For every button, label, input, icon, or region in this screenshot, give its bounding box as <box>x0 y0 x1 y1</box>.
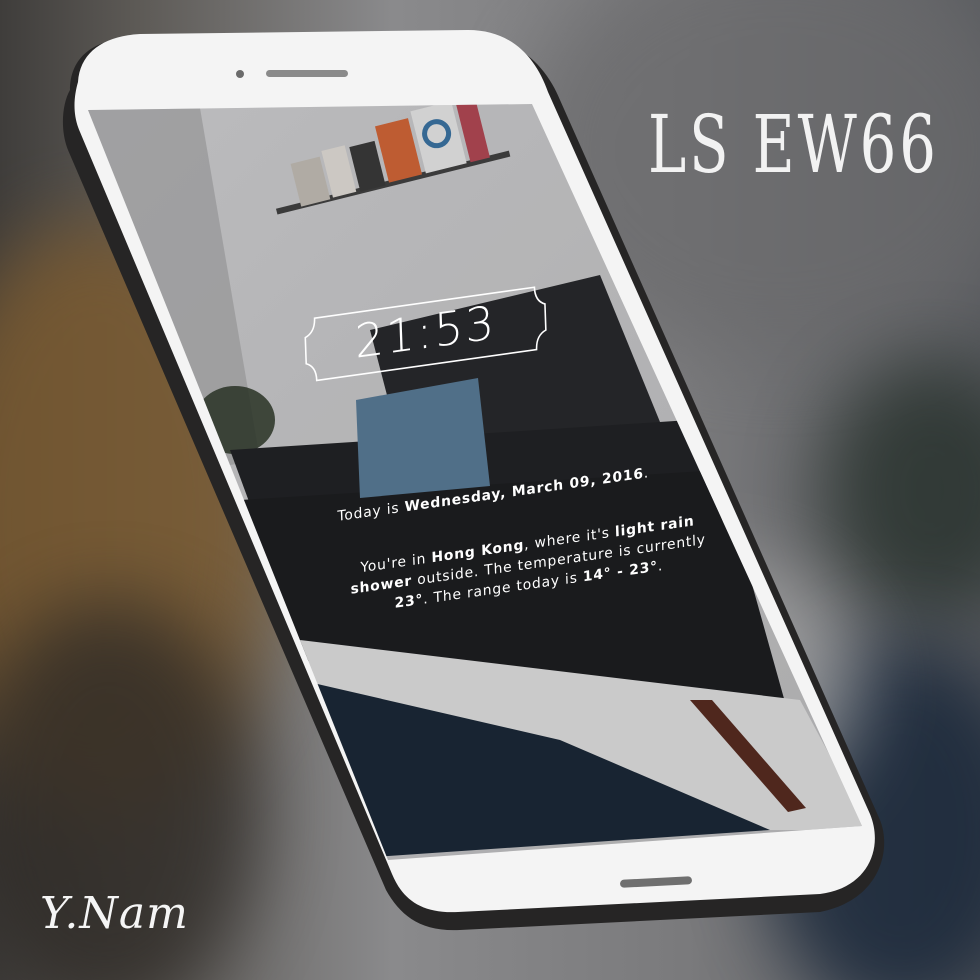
author-signature: Y.Nam <box>40 888 189 939</box>
front-camera <box>236 70 244 78</box>
current-temp: 23° <box>394 591 424 612</box>
earpiece <box>266 70 348 77</box>
phone-mockup: 21:53 Today is Wednesday, March 09, 2016… <box>0 0 980 980</box>
